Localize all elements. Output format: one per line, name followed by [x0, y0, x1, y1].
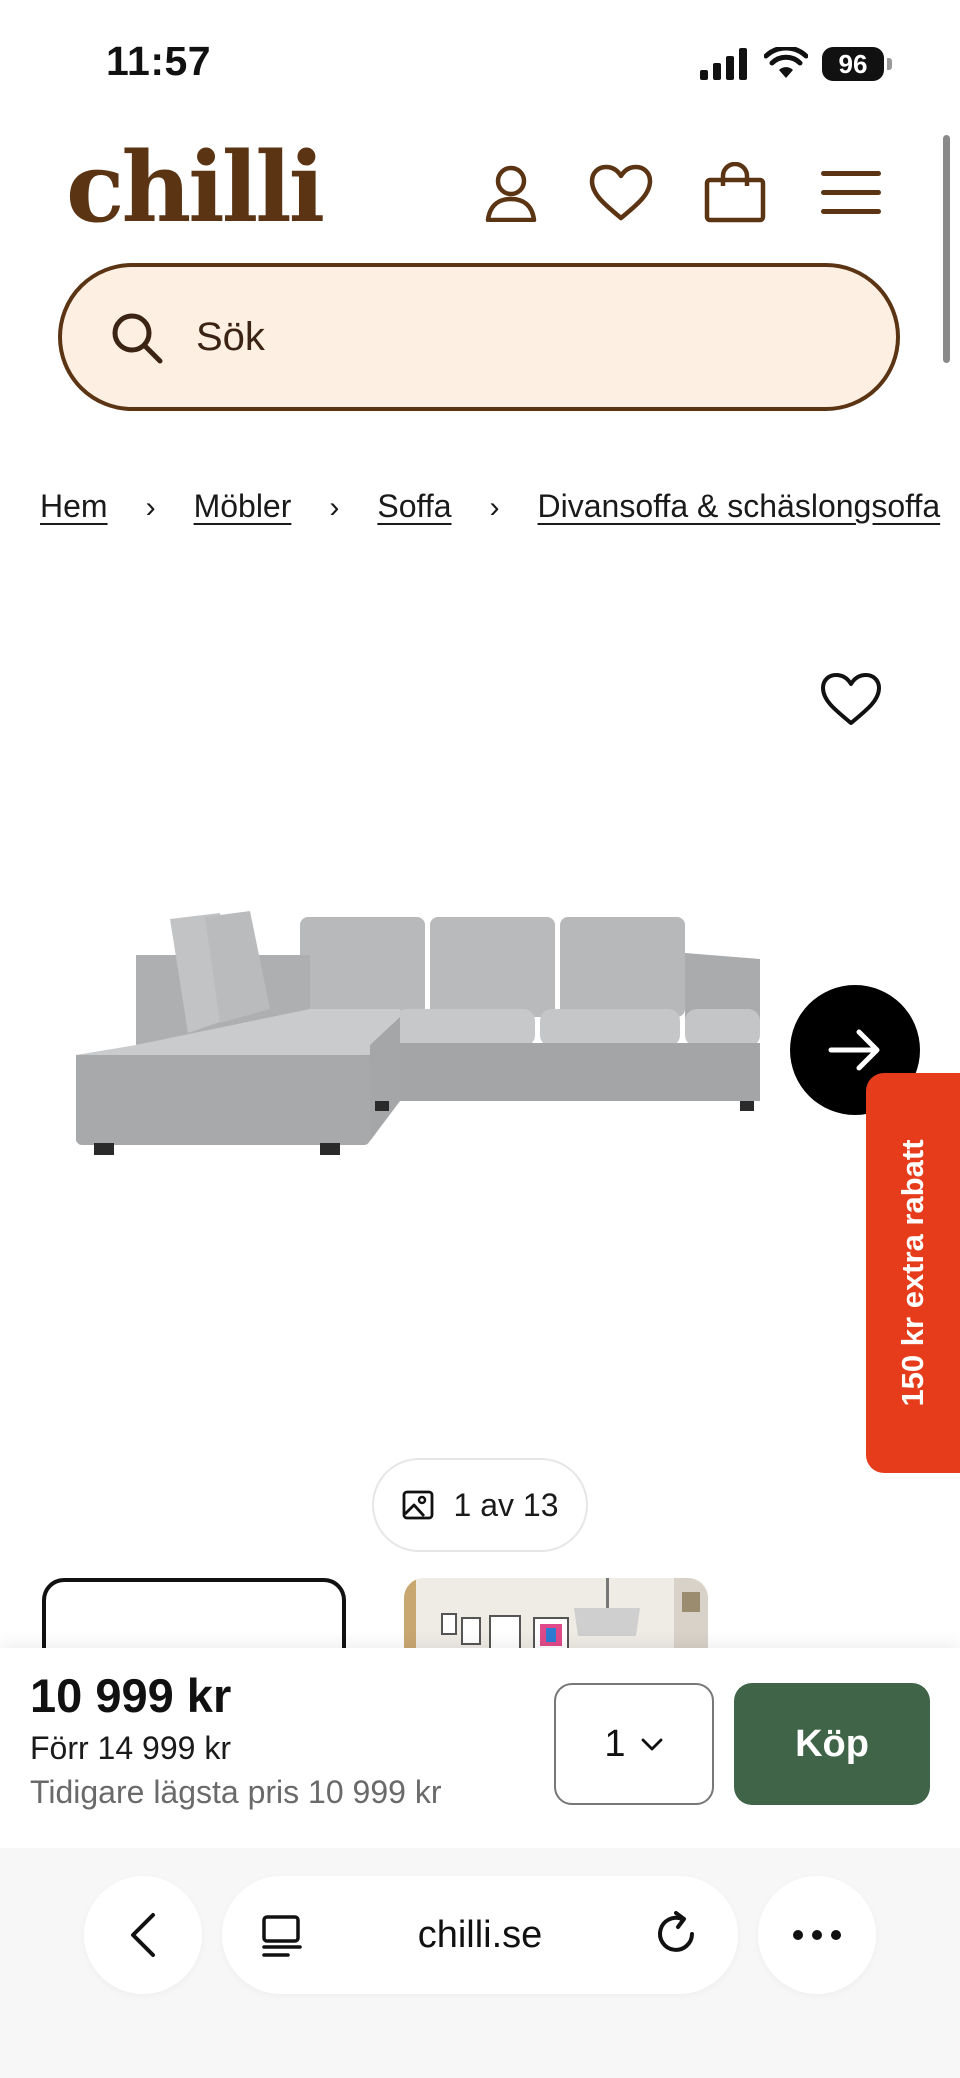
thumbnail-2[interactable]: [404, 1578, 708, 1650]
breadcrumb-separator-icon: ›: [489, 491, 500, 524]
breadcrumb-furniture[interactable]: Möbler: [194, 488, 292, 524]
quantity-value: 1: [604, 1722, 626, 1765]
cellular-signal-icon: [700, 48, 747, 80]
extra-discount-tab[interactable]: 150 kr extra rabatt: [866, 1073, 960, 1473]
lowest-price-note: Tidigare lägsta pris 10 999 kr: [30, 1774, 442, 1810]
search-bar[interactable]: Sök: [58, 263, 900, 411]
arrow-right-icon: [828, 1029, 880, 1071]
breadcrumb-sofa[interactable]: Soffa: [377, 488, 451, 524]
chilli-logo[interactable]: chilli: [66, 138, 325, 238]
browser-toolbar: chilli.se: [0, 1848, 960, 2078]
status-icons: 96: [700, 44, 892, 84]
page-scrollbar[interactable]: [943, 135, 950, 363]
menu-button[interactable]: [818, 160, 884, 226]
image-counter-text: 1 av 13: [453, 1486, 559, 1523]
site-header: chilli: [0, 130, 960, 250]
buy-bar: 10 999 kr Förr 14 999 kr Tidigare lägsta…: [0, 1648, 960, 1848]
add-to-wishlist-heart-icon[interactable]: [818, 671, 884, 727]
thumbnail-1-selected[interactable]: [42, 1578, 346, 1658]
room-scene-thumbnail-image: [404, 1578, 708, 1650]
image-icon: [402, 1490, 433, 1520]
battery-level: 96: [822, 47, 884, 81]
more-options-button[interactable]: [758, 1876, 876, 1994]
status-bar: 11:57 96: [0, 0, 960, 120]
image-counter: 1 av 13: [372, 1458, 588, 1552]
breadcrumb-separator-icon: ›: [145, 491, 156, 524]
user-icon: [485, 165, 537, 222]
extra-discount-label: 150 kr extra rabatt: [895, 1139, 930, 1407]
more-dots-icon: [793, 1930, 841, 1940]
search-icon: [112, 313, 163, 364]
breadcrumb-separator-icon: ›: [329, 491, 340, 524]
reload-icon[interactable]: [654, 1910, 702, 1960]
wifi-icon: [764, 47, 808, 78]
heart-icon: [589, 164, 653, 221]
browser-back-button[interactable]: [84, 1876, 202, 1994]
chevron-down-icon: [641, 1738, 662, 1751]
account-button[interactable]: [478, 160, 544, 226]
status-time: 11:57: [106, 38, 212, 84]
breadcrumb-divan-sofa[interactable]: Divansoffa & schäslongsoffa: [538, 488, 941, 524]
wishlist-button[interactable]: [588, 160, 654, 226]
breadcrumb-home[interactable]: Hem: [40, 488, 108, 524]
quantity-select[interactable]: 1: [554, 1683, 714, 1805]
previous-price: Förr 14 999 kr: [30, 1730, 231, 1766]
sofa-product-image: [76, 911, 760, 1155]
menu-icon: [821, 171, 881, 214]
battery-cap: [887, 58, 892, 70]
breadcrumb: Hem › Möbler › Soffa › Divansoffa & schäslongs…: [40, 488, 960, 525]
address-bar[interactable]: chilli.se: [222, 1876, 738, 1994]
search-input[interactable]: Sök: [196, 315, 265, 360]
cart-button[interactable]: [702, 160, 768, 226]
chevron-left-icon: [131, 1913, 155, 1957]
product-price: 10 999 kr: [30, 1669, 232, 1722]
buy-button[interactable]: Köp: [734, 1683, 930, 1805]
battery-indicator: 96: [822, 47, 892, 81]
shopping-bag-icon: [704, 162, 766, 223]
